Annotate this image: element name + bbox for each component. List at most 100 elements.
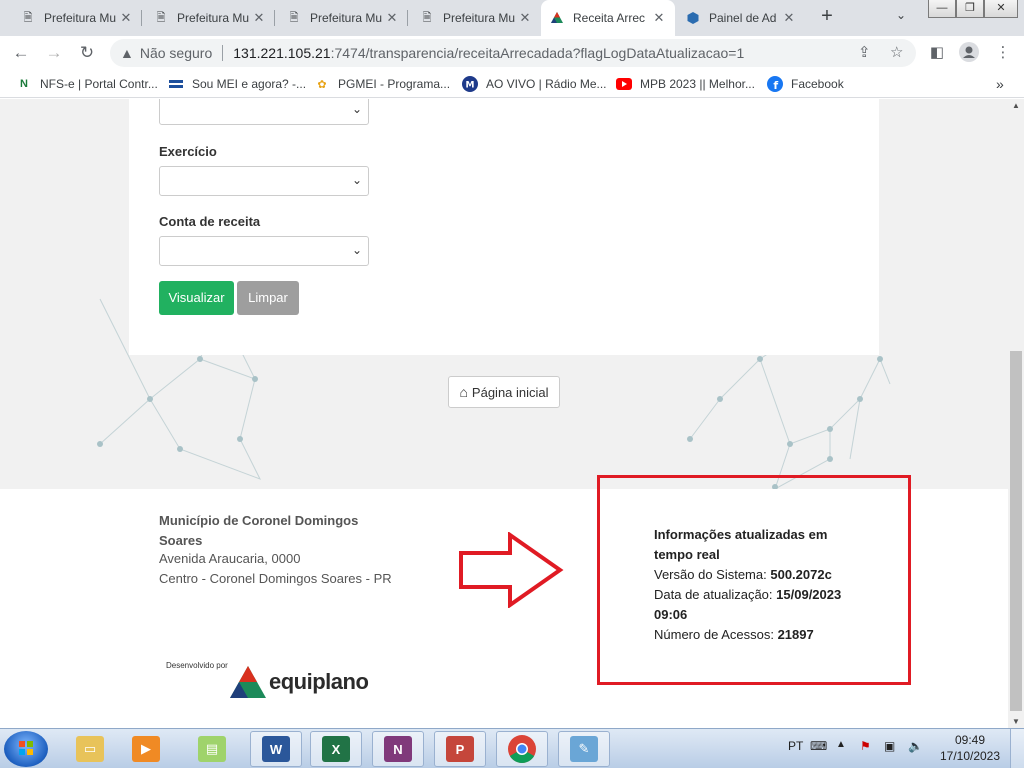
bookmark-label: AO VIVO | Rádio Me...: [486, 77, 607, 91]
taskbar-sticky-notes[interactable]: ▤: [186, 731, 238, 767]
tab-title: Prefeitura Mu: [177, 11, 250, 25]
new-tab-button[interactable]: +: [816, 6, 838, 28]
close-icon[interactable]: ✕: [118, 10, 134, 26]
previous-select[interactable]: ⌄: [159, 99, 369, 125]
show-desktop-button[interactable]: [1010, 729, 1024, 768]
excel-icon: X: [322, 736, 350, 762]
taskbar-excel[interactable]: X: [310, 731, 362, 767]
bookmark-nfse[interactable]: N NFS-e | Portal Contr...: [16, 75, 158, 93]
equiplano-logo-icon: [230, 666, 266, 698]
exercicio-select[interactable]: ⌄: [159, 166, 369, 196]
volume-icon[interactable]: 🔈: [908, 739, 923, 753]
forward-arrow-icon[interactable]: →: [43, 42, 65, 64]
taskbar-access[interactable]: P: [434, 731, 486, 767]
tab-6[interactable]: Painel de Ad ✕: [677, 4, 805, 32]
bookmark-facebook[interactable]: f Facebook: [767, 75, 844, 93]
paint-palette-icon: ✎: [570, 736, 598, 762]
address-line-2: Centro - Coronel Domingos Soares - PR: [159, 571, 392, 586]
restore-button[interactable]: ❐: [956, 0, 984, 18]
home-page-button[interactable]: ⌂ Página inicial: [448, 376, 560, 408]
right-arrow-annotation: [459, 532, 564, 608]
pgmei-icon: ✿: [317, 78, 327, 91]
bookmark-label: MPB 2023 || Melhor...: [640, 77, 755, 91]
side-panel-icon[interactable]: ◧: [926, 42, 948, 64]
bookmark-label: Facebook: [791, 77, 844, 91]
visualizar-button[interactable]: Visualizar: [159, 281, 234, 315]
more-bookmarks-button[interactable]: »: [996, 75, 1004, 93]
tab-4[interactable]: 🗎 Prefeitura Mu ✕: [411, 4, 541, 32]
windows-logo-icon: [19, 741, 33, 755]
minimize-button[interactable]: —: [928, 0, 956, 18]
scroll-thumb[interactable]: [1010, 351, 1022, 711]
tab-3[interactable]: 🗎 Prefeitura Mu ✕: [278, 4, 408, 32]
address-bar[interactable]: ▲ Não seguro 131.221.105.21:7474/transpa…: [110, 39, 916, 67]
close-icon[interactable]: ✕: [384, 10, 400, 26]
reload-icon[interactable]: ↻: [76, 42, 98, 64]
tab-title: Prefeitura Mu: [310, 11, 383, 25]
scroll-down-icon[interactable]: ▼: [1012, 717, 1020, 726]
page-icon: 🗎: [422, 11, 432, 24]
word-icon: W: [262, 736, 290, 762]
start-button[interactable]: [4, 731, 48, 767]
warning-icon[interactable]: ▲: [120, 45, 134, 61]
developer-name: equiplano: [269, 669, 369, 694]
close-icon[interactable]: ✕: [781, 10, 797, 26]
conta-receita-label: Conta de receita: [159, 214, 261, 229]
radio-icon: M: [462, 76, 478, 92]
clock-time: 09:49: [954, 733, 986, 747]
taskbar-explorer[interactable]: ▭: [64, 731, 116, 767]
exercicio-label: Exercício: [159, 144, 217, 159]
highlight-rectangle: [597, 475, 911, 685]
clock-date: 17/10/2023: [939, 749, 1001, 763]
action-center-icon[interactable]: ⚑: [860, 739, 871, 753]
menu-kebab-icon[interactable]: ⋮: [992, 42, 1014, 64]
tab-strip: 🗎 Prefeitura Mu ✕ 🗎 Prefeitura Mu ✕ 🗎 Pr…: [0, 0, 1024, 36]
vertical-scrollbar[interactable]: ▲ ▼: [1008, 99, 1024, 728]
close-icon[interactable]: ✕: [251, 10, 267, 26]
security-label[interactable]: Não seguro: [140, 45, 212, 61]
profile-avatar-icon[interactable]: [958, 42, 980, 64]
media-player-icon: ▶: [132, 736, 160, 762]
scroll-up-icon[interactable]: ▲: [1012, 101, 1020, 110]
taskbar-chrome[interactable]: [496, 731, 548, 767]
close-window-button[interactable]: ✕: [984, 0, 1018, 18]
bookmark-mpb[interactable]: MPB 2023 || Melhor...: [616, 75, 755, 93]
close-icon[interactable]: ✕: [651, 10, 667, 26]
show-hidden-icons-icon[interactable]: ▲: [836, 739, 846, 750]
keyboard-icon[interactable]: ⌨: [810, 739, 827, 753]
back-arrow-icon[interactable]: ←: [10, 42, 32, 64]
taskbar-onenote[interactable]: N: [372, 731, 424, 767]
bookmark-star-icon[interactable]: ☆: [890, 43, 903, 61]
bookmark-radio[interactable]: M AO VIVO | Rádio Me...: [462, 75, 607, 93]
youtube-icon: [616, 76, 632, 92]
chevron-down-icon: ⌄: [351, 102, 362, 116]
tab-2[interactable]: 🗎 Prefeitura Mu ✕: [145, 4, 275, 32]
chevron-down-icon: ⌄: [351, 173, 362, 187]
folder-icon: ▭: [76, 736, 104, 762]
bookmark-pgmei[interactable]: ✿ PGMEI - Programa...: [314, 75, 450, 93]
taskbar-media-player[interactable]: ▶: [120, 731, 172, 767]
hexagon-icon: [685, 10, 701, 26]
close-icon[interactable]: ✕: [517, 10, 533, 26]
taskbar-paint[interactable]: ✎: [558, 731, 610, 767]
tab-search-chevron-icon[interactable]: ⌄: [896, 8, 906, 22]
language-indicator[interactable]: PT: [788, 739, 803, 753]
system-clock[interactable]: 09:49 17/10/2023: [936, 732, 1004, 764]
taskbar-word[interactable]: W: [250, 731, 302, 767]
developer-logo[interactable]: equiplano: [229, 665, 369, 699]
conta-receita-select[interactable]: ⌄: [159, 236, 369, 266]
limpar-button[interactable]: Limpar: [237, 281, 299, 315]
bookmark-mei[interactable]: Sou MEI e agora? -...: [168, 75, 306, 93]
mei-icon: [168, 76, 184, 92]
presentation-icon: P: [446, 736, 474, 762]
chevron-down-icon: ⌄: [351, 243, 362, 257]
omnibox-divider: [222, 45, 224, 61]
share-icon[interactable]: ⇪: [858, 43, 871, 61]
tab-active[interactable]: Receita Arrec ✕: [541, 0, 675, 36]
tab-1[interactable]: 🗎 Prefeitura Mu ✕: [12, 4, 142, 32]
svg-text:M: M: [466, 81, 475, 91]
tab-title: Painel de Ad: [709, 11, 777, 25]
chrome-icon: [508, 735, 536, 763]
url-path: :7474/transparencia/receitaArrecadada?fl…: [330, 45, 745, 61]
network-icon[interactable]: ▣: [884, 739, 895, 753]
